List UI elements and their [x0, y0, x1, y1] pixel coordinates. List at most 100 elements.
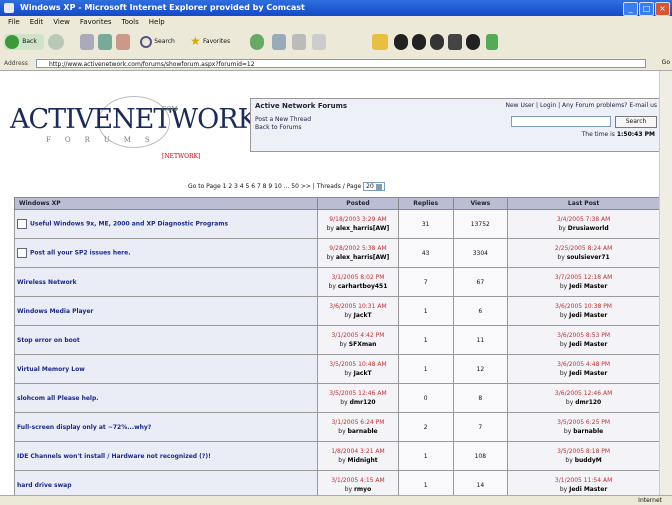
header-nav-links[interactable]: New User | Login | Any Forum problems? E… [505, 102, 657, 109]
thread-title-link[interactable]: IDE Channels won't install / Hardware no… [17, 453, 211, 460]
last-author-link[interactable]: Jedi Master [569, 341, 607, 348]
toolbar-icon-5[interactable] [466, 34, 480, 50]
threads-per-page-select[interactable]: 20 [363, 182, 385, 191]
toolbar-icon-6[interactable] [486, 34, 498, 50]
menu-file[interactable]: File [8, 16, 20, 28]
thread-title-link[interactable]: Stop error on boot [17, 337, 80, 344]
thread-title-link[interactable]: Full-screen display only at ~72%...why? [17, 424, 151, 431]
last-author-link[interactable]: barnable [573, 428, 603, 435]
last-author-link[interactable]: dmr120 [575, 399, 601, 406]
toolbar-icon-1[interactable] [394, 34, 408, 50]
author-link[interactable]: JackT [354, 370, 372, 377]
maximize-button[interactable]: □ [639, 2, 654, 16]
pager-pages[interactable]: 1 2 3 4 5 6 7 8 9 10 ... 50 >> | [223, 183, 315, 190]
author-link[interactable]: alex_harris[AW] [336, 254, 389, 261]
last-post-cell: 3/6/2005 4:48 PM by Jedi Master [507, 354, 660, 384]
close-button[interactable]: × [655, 2, 670, 16]
thread-title-link[interactable]: Wireless Network [17, 279, 77, 286]
last-author-link[interactable]: soulsiever71 [567, 254, 610, 261]
posted-date: 1/8/2004 3:21 AM [331, 448, 385, 455]
address-input[interactable]: http://www.activenetwork.com/forums/show… [36, 59, 646, 68]
forward-icon[interactable] [48, 34, 64, 50]
last-post-date[interactable]: 3/6/2005 4:48 PM [510, 360, 657, 369]
table-row: Useful Windows 9x, ME, 2000 and XP Diagn… [13, 209, 660, 239]
thread-title-link[interactable]: slohcom all Please help. [17, 395, 99, 402]
toolbar-icon-2[interactable] [412, 34, 426, 50]
history-icon[interactable] [272, 34, 286, 50]
search-button[interactable]: Search [140, 34, 186, 50]
last-author-link[interactable]: Jedi Master [569, 312, 607, 319]
last-post-date[interactable]: 3/6/2005 12:46 AM [510, 389, 657, 398]
menu-view[interactable]: View [53, 16, 70, 28]
last-author-link[interactable]: Jedi Master [569, 486, 607, 493]
media-icon[interactable] [250, 34, 264, 50]
col-last-post[interactable]: Last Post [507, 197, 660, 210]
forum-search-input[interactable] [511, 116, 611, 127]
last-post-cell: 3/5/2005 8:18 PM by buddyM [507, 441, 660, 471]
last-author-link[interactable]: Jedi Master [569, 370, 607, 377]
back-icon [5, 35, 19, 49]
home-icon[interactable] [116, 34, 130, 50]
posted-date: 3/1/2005 4:15 AM [331, 477, 385, 484]
author-link[interactable]: Midnight [348, 457, 378, 464]
go-button[interactable]: Go [662, 59, 670, 66]
col-topic[interactable]: Windows XP [13, 197, 319, 210]
author-link[interactable]: alex_harris[AW] [336, 225, 389, 232]
menu-favorites[interactable]: Favorites [80, 16, 112, 28]
favorites-button[interactable]: ★ Favorites [190, 34, 246, 50]
threads-per-page-label: Threads / Page [316, 183, 362, 190]
last-post-date[interactable]: 3/6/2005 10:38 PM [510, 302, 657, 311]
col-posted[interactable]: Posted [317, 197, 399, 210]
thread-topic-cell: Windows Media Player [13, 296, 319, 326]
thread-title-link[interactable]: Post all your SP2 issues here. [30, 250, 130, 257]
table-row: Full-screen display only at ~72%...why? 3… [13, 412, 660, 442]
thread-title-link[interactable]: Windows Media Player [17, 308, 93, 315]
back-button[interactable]: Back [4, 34, 44, 50]
minimize-button[interactable]: _ [623, 2, 638, 16]
col-replies[interactable]: Replies [397, 197, 454, 210]
author-link[interactable]: rmyo [354, 486, 371, 493]
last-post-by: by Jedi Master [559, 486, 608, 493]
last-post-date[interactable]: 3/5/2005 8:18 PM [510, 447, 657, 456]
thread-title-link[interactable]: Useful Windows 9x, ME, 2000 and XP Diagn… [30, 221, 228, 228]
table-header-row: Windows XP Posted Replies Views Last Pos… [13, 197, 660, 210]
thread-topic-cell: Useful Windows 9x, ME, 2000 and XP Diagn… [13, 209, 319, 239]
print-icon[interactable] [312, 34, 326, 50]
last-post-date[interactable]: 3/7/2005 12:18 AM [510, 273, 657, 282]
author-link[interactable]: JackT [354, 312, 372, 319]
post-new-thread-link[interactable]: Post a New Thread [255, 116, 311, 123]
toolbar-icon-4[interactable] [448, 34, 462, 50]
stop-icon[interactable] [80, 34, 94, 50]
toolbar-icon-3[interactable] [430, 34, 444, 50]
refresh-icon[interactable] [98, 34, 112, 50]
last-author-link[interactable]: Drusiaworld [568, 225, 609, 232]
table-row: hard drive swap 3/1/2005 4:15 AM by rmyo 1 1… [13, 470, 660, 495]
author-link[interactable]: dmr120 [350, 399, 376, 406]
last-post-cell: 3/6/2005 8:53 PM by Jedi Master [507, 325, 660, 355]
last-post-date[interactable]: 3/1/2005 11:54 AM [510, 476, 657, 485]
folder-icon[interactable] [372, 34, 388, 50]
last-post-date[interactable]: 2/25/2005 8:24 AM [510, 244, 657, 253]
menu-help[interactable]: Help [149, 16, 165, 28]
back-to-forums-link[interactable]: Back to Forums [255, 124, 302, 131]
forum-search-button[interactable]: Search [615, 116, 657, 128]
author-link[interactable]: barnable [348, 428, 378, 435]
posted-by: by Midnight [338, 457, 378, 464]
author-link[interactable]: SFXman [349, 341, 377, 348]
author-link[interactable]: carhartboy451 [338, 283, 388, 290]
pager-label: Go to Page [188, 183, 221, 190]
mail-icon[interactable] [292, 34, 306, 50]
posted-date: 3/5/2005 10:48 AM [329, 361, 387, 368]
table-row: Stop error on boot 3/1/2005 4:42 PM by SFX… [13, 325, 660, 355]
last-author-link[interactable]: buddyM [575, 457, 602, 464]
menu-tools[interactable]: Tools [122, 16, 139, 28]
last-post-date[interactable]: 3/5/2005 6:25 PM [510, 418, 657, 427]
last-post-date[interactable]: 3/6/2005 8:53 PM [510, 331, 657, 340]
thread-title-link[interactable]: hard drive swap [17, 482, 72, 489]
col-views[interactable]: Views [452, 197, 509, 210]
menu-edit[interactable]: Edit [30, 16, 44, 28]
vertical-scrollbar[interactable] [659, 71, 672, 495]
last-post-date[interactable]: 3/4/2005 7:38 AM [510, 215, 657, 224]
last-author-link[interactable]: Jedi Master [569, 283, 607, 290]
thread-title-link[interactable]: Virtual Memory Low [17, 366, 85, 373]
